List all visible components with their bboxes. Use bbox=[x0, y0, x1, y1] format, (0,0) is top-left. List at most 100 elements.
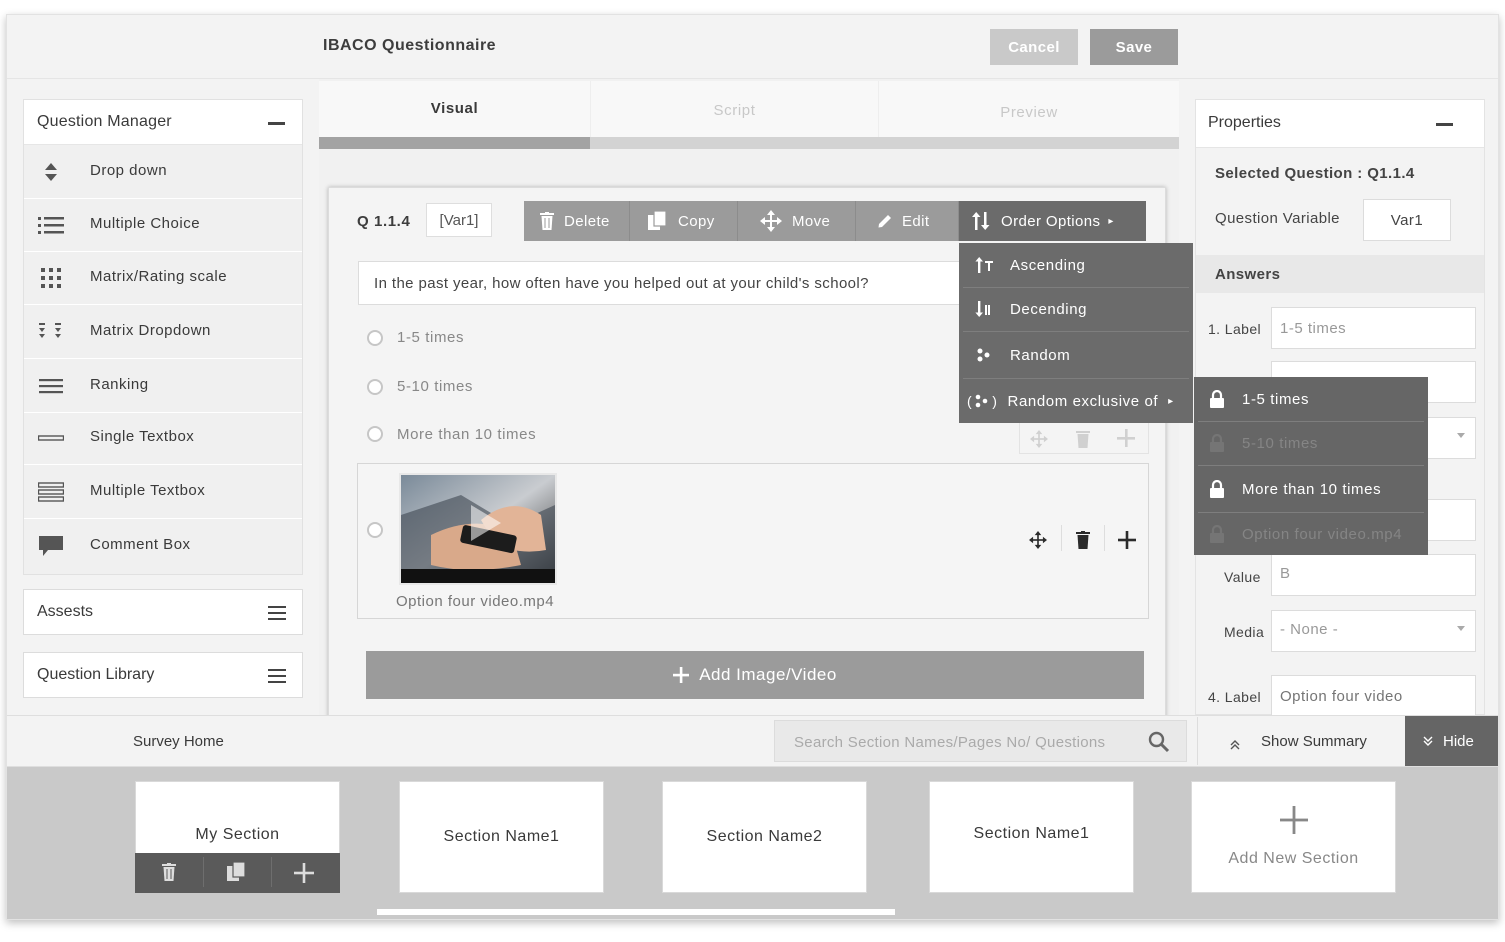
trash-icon[interactable] bbox=[1076, 430, 1090, 453]
menu-item-label: Decending bbox=[1010, 300, 1088, 318]
question-manager-header: Question Manager bbox=[24, 100, 302, 145]
menu-item-random-exclusive[interactable]: () Random exclusive of ▸ bbox=[959, 379, 1193, 423]
submenu-item-unlocked[interactable]: Option four video.mp4 bbox=[1194, 513, 1428, 555]
chevron-right-icon: ▸ bbox=[1168, 395, 1174, 407]
submenu-item-locked[interactable]: 1-5 times bbox=[1194, 377, 1428, 421]
option-label: More than 10 times bbox=[397, 426, 537, 443]
search-input[interactable]: Search Section Names/Pages No/ Questions bbox=[774, 720, 1187, 762]
copy-label: Copy bbox=[678, 212, 715, 230]
qtype-label: Comment Box bbox=[90, 536, 191, 553]
video-thumbnail[interactable] bbox=[399, 473, 557, 585]
value-input[interactable]: B bbox=[1271, 554, 1476, 596]
answers-header: Answers bbox=[1196, 255, 1484, 293]
add-image-video-button[interactable]: Add Image/Video bbox=[366, 651, 1144, 699]
collapse-icon[interactable] bbox=[1436, 123, 1453, 126]
show-summary-label: Show Summary bbox=[1261, 733, 1367, 750]
option-label: 5-10 times bbox=[397, 378, 474, 395]
submenu-item-locked[interactable]: More than 10 times bbox=[1194, 466, 1428, 512]
question-text-field[interactable]: In the past year, how often have you hel… bbox=[358, 261, 962, 305]
random-exclusive-icon: () bbox=[967, 393, 998, 409]
order-options-label: Order Options bbox=[1001, 212, 1101, 230]
assets-panel[interactable]: Assests bbox=[23, 589, 303, 635]
divider bbox=[271, 857, 272, 887]
plus-icon[interactable] bbox=[294, 863, 314, 888]
option-radio[interactable] bbox=[367, 379, 383, 395]
matrix-dropdown-icon bbox=[38, 321, 64, 343]
show-summary-button[interactable]: Show Summary bbox=[1207, 733, 1367, 750]
menu-item-label: Ascending bbox=[1010, 256, 1086, 274]
copy-icon[interactable] bbox=[227, 861, 247, 887]
chevron-right-icon: ▸ bbox=[1108, 215, 1114, 227]
properties-header: Properties bbox=[1196, 100, 1484, 148]
divider bbox=[203, 857, 204, 887]
search-icon[interactable] bbox=[1148, 731, 1170, 757]
section-card[interactable]: Section Name1 bbox=[399, 781, 604, 893]
cancel-button[interactable]: Cancel bbox=[990, 29, 1078, 65]
delete-label: Delete bbox=[564, 212, 610, 230]
media-select[interactable]: - None - bbox=[1271, 610, 1476, 652]
save-button[interactable]: Save bbox=[1090, 29, 1178, 65]
copy-button[interactable]: Copy bbox=[630, 201, 738, 241]
scroll-indicator[interactable] bbox=[377, 909, 895, 915]
section-actions-bar bbox=[135, 853, 340, 893]
divider bbox=[1104, 525, 1105, 551]
question-library-panel[interactable]: Question Library bbox=[23, 652, 303, 698]
question-variable-box[interactable]: [Var1] bbox=[426, 203, 492, 237]
option-radio[interactable] bbox=[367, 330, 383, 346]
qtype-single-textbox[interactable]: Single Textbox bbox=[24, 412, 302, 465]
question-number: Q 1.1.4 bbox=[357, 213, 411, 230]
label-4-caption: 4. Label bbox=[1208, 689, 1262, 705]
qtype-label: Multiple Choice bbox=[90, 215, 201, 232]
collapse-icon[interactable] bbox=[268, 122, 285, 125]
qtype-multiple-choice[interactable]: Multiple Choice bbox=[24, 199, 302, 252]
menu-item-ascending[interactable]: Ascending bbox=[959, 243, 1193, 287]
random-exclusive-submenu: 1-5 times 5-10 times More than 10 times … bbox=[1194, 377, 1428, 555]
add-new-section-button[interactable]: Add New Section bbox=[1191, 781, 1396, 893]
submenu-item-unlocked[interactable]: 5-10 times bbox=[1194, 422, 1428, 464]
trash-icon[interactable] bbox=[1076, 531, 1090, 554]
qtype-multiple-textbox[interactable]: Multiple Textbox bbox=[24, 466, 302, 519]
qtype-drop-down[interactable]: Drop down bbox=[24, 146, 302, 199]
assets-title: Assests bbox=[37, 603, 94, 620]
order-options-button[interactable]: Order Options ▸ bbox=[959, 201, 1146, 241]
hide-button[interactable]: Hide bbox=[1405, 716, 1498, 766]
plus-icon[interactable] bbox=[1117, 429, 1135, 452]
move-button[interactable]: Move bbox=[738, 201, 856, 241]
section-card[interactable]: Section Name1 bbox=[929, 781, 1134, 893]
question-library-title: Question Library bbox=[37, 666, 155, 683]
qtype-matrix-rating[interactable]: Matrix/Rating scale bbox=[24, 252, 302, 305]
order-options-menu: Ascending Decending Random () Random exc… bbox=[959, 243, 1193, 423]
menu-icon[interactable] bbox=[268, 669, 286, 683]
selected-question-label: Selected Question : Q1.1.4 bbox=[1215, 165, 1415, 182]
menu-item-label: Random bbox=[1010, 346, 1071, 364]
tab-active-indicator bbox=[319, 137, 590, 149]
move-icon[interactable] bbox=[1030, 430, 1048, 453]
submenu-item-label: More than 10 times bbox=[1242, 480, 1382, 498]
qtype-comment-box[interactable]: Comment Box bbox=[24, 520, 302, 573]
plus-icon bbox=[673, 667, 690, 683]
qtype-ranking[interactable]: Ranking bbox=[24, 360, 302, 413]
multiple-textbox-icon bbox=[38, 481, 64, 503]
section-name: Section Name1 bbox=[443, 828, 560, 845]
question-variable-input[interactable]: Var1 bbox=[1363, 199, 1451, 241]
survey-home-link[interactable]: Survey Home bbox=[133, 733, 224, 750]
menu-item-random[interactable]: Random bbox=[959, 332, 1193, 378]
label-1-input[interactable]: 1-5 times bbox=[1271, 307, 1476, 349]
plus-icon[interactable] bbox=[1118, 531, 1136, 554]
delete-button[interactable]: Delete bbox=[524, 201, 630, 241]
sort-ascending-icon bbox=[974, 257, 994, 273]
option-radio[interactable] bbox=[367, 426, 383, 442]
option-radio[interactable] bbox=[367, 522, 383, 538]
app-window: IBACO Questionnaire Cancel Save Question… bbox=[6, 14, 1499, 920]
menu-item-descending[interactable]: Decending bbox=[959, 288, 1193, 330]
updown-icon bbox=[38, 161, 64, 183]
question-toolbar: Delete Copy Move Edit Order Options ▸ bbox=[524, 201, 1146, 241]
edit-button[interactable]: Edit bbox=[856, 201, 959, 241]
trash-icon[interactable] bbox=[162, 863, 176, 886]
move-label: Move bbox=[792, 212, 831, 230]
qtype-matrix-dropdown[interactable]: Matrix Dropdown bbox=[24, 306, 302, 359]
menu-icon[interactable] bbox=[268, 606, 286, 620]
section-card[interactable]: Section Name2 bbox=[662, 781, 867, 893]
move-icon[interactable] bbox=[1029, 531, 1047, 554]
label-4-input[interactable] bbox=[1271, 675, 1476, 717]
